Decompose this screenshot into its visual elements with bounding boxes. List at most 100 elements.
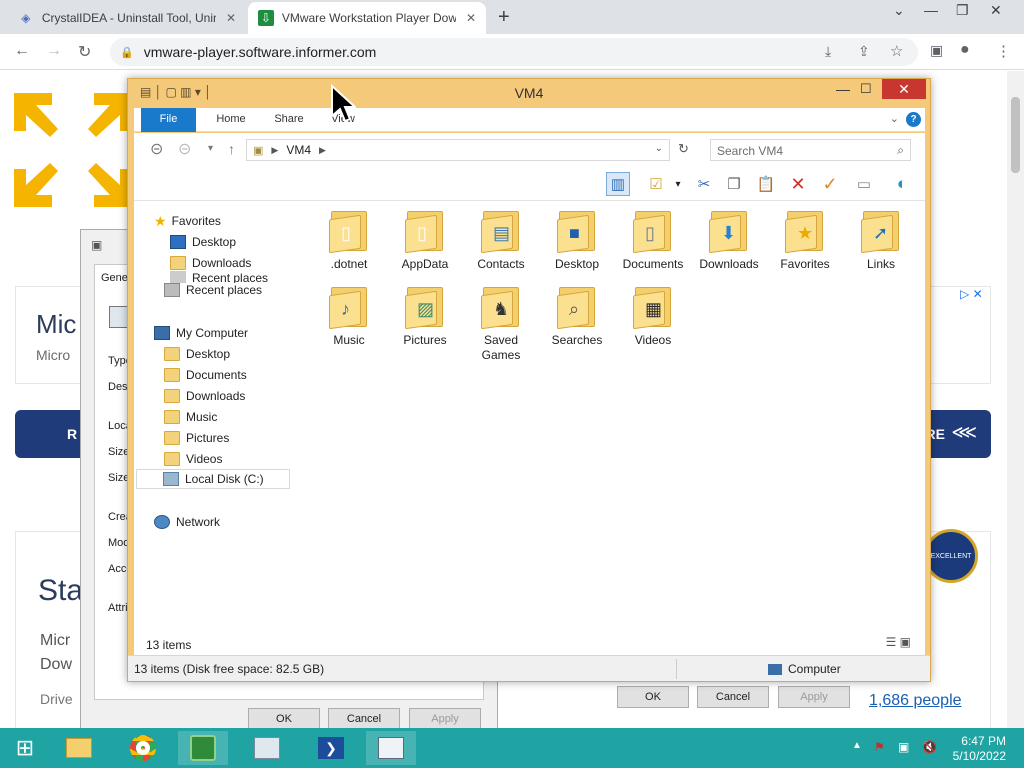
globe-icon[interactable]: ◐ — [890, 172, 914, 196]
props-ok-button[interactable]: OK — [248, 708, 320, 730]
nav-comp-videos[interactable]: Videos — [164, 449, 222, 469]
select-folder-icon[interactable]: ☑ — [644, 172, 668, 196]
install-icon[interactable]: ⤓ — [825, 43, 831, 60]
search-box[interactable]: Search VM4 ⌕ — [710, 139, 911, 161]
nav-network[interactable]: Network — [154, 512, 220, 532]
download-favicon-icon: ⇩ — [258, 10, 274, 26]
close-tab-icon[interactable]: ✕ — [226, 11, 236, 25]
folder-item-appdata[interactable]: ▯ AppData — [387, 207, 463, 272]
nav-comp-documents[interactable]: Documents — [164, 365, 247, 385]
tab-file[interactable]: File — [141, 108, 196, 132]
folder-item-searches[interactable]: ⌕ Searches — [539, 283, 615, 348]
nav-comp-desktop[interactable]: Desktop — [164, 344, 230, 364]
share-network-icon[interactable]: ⋘ — [951, 422, 977, 443]
nav-comp-pictures[interactable]: Pictures — [164, 428, 229, 448]
delete-x-icon[interactable]: ✕ — [786, 172, 810, 196]
file-explorer-icon[interactable] — [54, 731, 104, 765]
share-icon[interactable]: ⇪ — [858, 43, 870, 60]
minimize-icon[interactable]: — — [924, 2, 938, 18]
close-icon[interactable]: ✕ — [882, 79, 926, 99]
browser-tab-vmware[interactable]: ⇩ VMware Workstation Player Dow ✕ — [248, 2, 486, 34]
address-bar[interactable]: 🔒 vmware-player.software.informer.com — [110, 38, 918, 66]
folder-item-links[interactable]: ➚ Links — [843, 207, 919, 272]
chevron-down-icon[interactable]: ▾ — [666, 172, 690, 196]
props-apply-button[interactable]: Apply — [409, 708, 481, 730]
folder-item-videos[interactable]: ▦ Videos — [615, 283, 691, 348]
folder-item-favorites[interactable]: ★ Favorites — [767, 207, 843, 272]
props-cancel-button[interactable]: Cancel — [328, 708, 400, 730]
show-hidden-icons-chevron-icon[interactable]: ▲ — [852, 740, 862, 751]
page-scrollbar[interactable] — [1007, 71, 1024, 728]
preview-pane-icon[interactable]: ▥ — [606, 172, 630, 196]
back-arrow-icon[interactable]: ⊝ — [150, 139, 163, 159]
nav-comp-music[interactable]: Music — [164, 407, 217, 427]
close-tab-icon[interactable]: ✕ — [466, 11, 476, 25]
explorer-titlebar[interactable]: ▤ │ ▢ ▥ ▾ │ VM4 — ☐ ✕ — [128, 79, 930, 107]
dialog-cancel-button[interactable]: Cancel — [697, 686, 769, 708]
new-tab-button[interactable]: + — [498, 6, 510, 29]
ad-choices-icon[interactable]: ▷ ✕ — [960, 287, 983, 301]
back-arrow-icon[interactable]: ← — [14, 42, 30, 60]
nav-recent-places[interactable]: Recent places — [164, 280, 262, 300]
folder-item-documents[interactable]: ▯ Documents — [615, 207, 691, 272]
folder-item-saved-games[interactable]: ♞ Saved Games — [463, 283, 539, 363]
profile-avatar-icon[interactable]: ● — [960, 41, 970, 59]
taskbar-app-green-icon[interactable] — [178, 731, 228, 765]
folder-item-dotnet[interactable]: ▯ .dotnet — [311, 207, 387, 272]
chevron-down-icon[interactable]: ⌄ — [655, 143, 663, 154]
volume-muted-icon[interactable]: 🔇 — [922, 740, 937, 754]
system-clock[interactable]: 6:47 PM 5/10/2022 — [950, 734, 1006, 764]
rename-check-icon[interactable]: ✓ — [818, 172, 842, 196]
action-center-flag-icon[interactable]: ⚑ — [874, 740, 885, 754]
view-toggle-icon[interactable]: ☰ ▣ — [886, 635, 911, 649]
up-arrow-icon[interactable]: ↑ — [228, 141, 235, 157]
folder-item-pictures[interactable]: ▨ Pictures — [387, 283, 463, 348]
nav-comp-downloads[interactable]: Downloads — [164, 386, 245, 406]
recent-locations-chevron-icon[interactable]: ▾ — [208, 143, 213, 154]
dialog-apply-button[interactable]: Apply — [778, 686, 850, 708]
tab-search-chevron-icon[interactable]: ⌄ — [893, 2, 905, 19]
folder-item-contacts[interactable]: ▤ Contacts — [463, 207, 539, 272]
nav-local-disk[interactable]: Local Disk (C:) — [136, 469, 290, 489]
tab-home[interactable]: Home — [206, 108, 256, 132]
folder-item-downloads[interactable]: ⬇ Downloads — [691, 207, 767, 272]
kebab-menu-icon[interactable]: ⋮ — [996, 42, 1011, 60]
copy-icon[interactable]: ❐ — [722, 172, 746, 196]
restore-icon[interactable]: ❐ — [956, 2, 969, 19]
help-icon[interactable]: ? — [906, 112, 921, 127]
breadcrumb-vm4[interactable]: VM4 — [286, 143, 311, 157]
vmware-logo-icon — [14, 93, 132, 207]
forward-arrow-icon[interactable]: ⊝ — [178, 139, 191, 159]
people-link[interactable]: 1,686 people — [869, 692, 962, 710]
browser-tab-crystalidea[interactable]: ◈ CrystalIDEA - Uninstall Tool, Unin ✕ — [8, 2, 246, 34]
start-windows-icon[interactable]: ⊞ — [0, 731, 50, 765]
refresh-icon[interactable]: ↻ — [678, 141, 689, 157]
maximize-icon[interactable]: ☐ — [860, 81, 872, 97]
cut-scissors-icon[interactable]: ✂ — [692, 172, 716, 196]
minimize-icon[interactable]: — — [836, 81, 850, 97]
nav-favorites[interactable]: ★ Favorites — [154, 211, 221, 231]
folder-icon — [164, 368, 180, 382]
tab-share[interactable]: Share — [264, 108, 314, 132]
nav-fav-desktop[interactable]: Desktop — [170, 232, 236, 252]
dialog-ok-button[interactable]: OK — [617, 686, 689, 708]
scroll-thumb[interactable] — [1011, 97, 1020, 173]
forward-arrow-icon[interactable]: → — [46, 42, 62, 60]
performance-monitor-icon[interactable] — [242, 731, 292, 765]
chrome-icon[interactable] — [118, 731, 168, 765]
bookmark-star-icon[interactable]: ☆ — [890, 42, 903, 60]
nav-my-computer[interactable]: My Computer — [154, 323, 248, 343]
close-window-icon[interactable]: ✕ — [990, 2, 1002, 19]
reload-icon[interactable]: ↻ — [78, 42, 91, 62]
address-bar[interactable]: ▣ ▶ VM4 ▶ ⌄ — [246, 139, 670, 161]
properties-icon[interactable]: ▭ — [852, 172, 876, 196]
folder-item-music[interactable]: ♪ Music — [311, 283, 387, 348]
network-tray-icon[interactable]: ▣ — [898, 740, 909, 754]
folder-item-desktop[interactable]: ■ Desktop — [539, 207, 615, 272]
paste-clipboard-icon[interactable]: 📋 — [754, 172, 778, 196]
properties-window-icon[interactable] — [366, 731, 416, 765]
powershell-icon[interactable]: ❯ — [306, 731, 356, 765]
nav-fav-downloads[interactable]: Downloads — [170, 253, 251, 273]
side-panel-icon[interactable]: ▣ — [930, 42, 943, 59]
chevron-down-icon[interactable]: ⌄ — [890, 112, 899, 125]
